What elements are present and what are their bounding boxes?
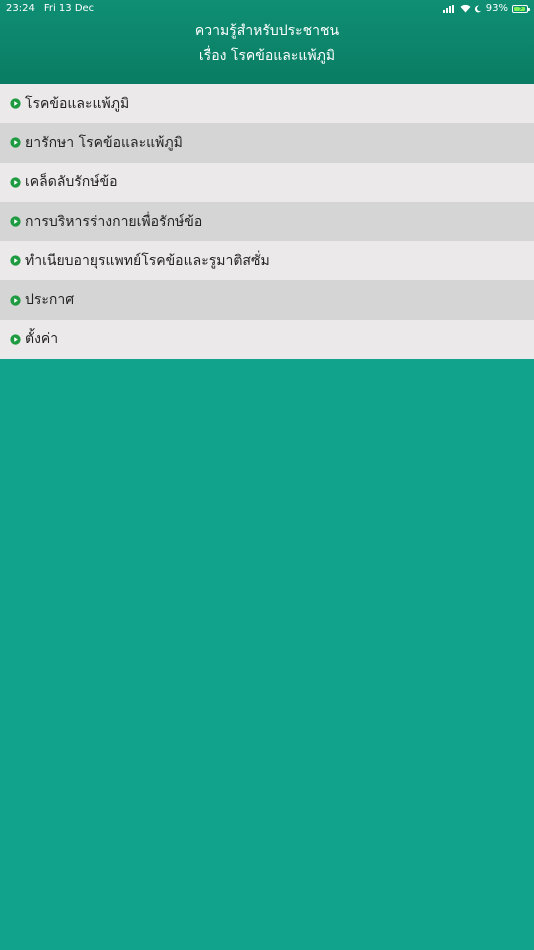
menu-item-settings[interactable]: ตั้งค่า: [0, 319, 534, 360]
status-date: Fri 13 Dec: [43, 3, 95, 14]
menu-item-joint-care-tips[interactable]: เคล็ดลับรักษ์ข้อ: [0, 162, 534, 202]
charging-bolt-icon: ⚡: [518, 3, 524, 13]
header-title-line1: ความรู้สำหรับประชาชน: [194, 23, 340, 39]
menu-item-label: ทำเนียบอายุรแพทย์โรคข้อและรูมาติสซั่ม: [25, 252, 270, 269]
menu-item-label: การบริหารร่างกายเพื่อรักษ์ข้อ: [25, 213, 203, 230]
status-bar: 23:24 Fri 13 Dec 93% ⚡: [0, 0, 534, 18]
play-bullet-icon: [10, 216, 21, 227]
battery-percent: 93%: [485, 3, 508, 14]
menu-item-announcements[interactable]: ประกาศ: [0, 280, 534, 320]
status-left: 23:24 Fri 13 Dec: [6, 3, 94, 14]
menu-item-rheumatologist-directory[interactable]: ทำเนียบอายุรแพทย์โรคข้อและรูมาติสซั่ม: [0, 241, 534, 281]
battery-icon: ⚡: [512, 3, 530, 13]
wifi-icon: [460, 4, 471, 13]
menu-item-medication[interactable]: ยารักษา โรคข้อและแพ้ภูมิ: [0, 123, 534, 163]
navigation-header: 23:24 Fri 13 Dec 93% ⚡ ความรู้สำหรับประชา…: [0, 0, 534, 84]
play-bullet-icon: [10, 98, 21, 109]
status-time: 23:24: [6, 3, 35, 14]
header-title-line2: เรื่อง โรคข้อและแพ้ภูมิ: [198, 48, 336, 64]
menu-item-arthritis-allergy[interactable]: โรคข้อและแพ้ภูมิ: [0, 84, 534, 124]
menu-item-label: ประกาศ: [25, 292, 75, 309]
main-menu-list: โรคข้อและแพ้ภูมิยารักษา โรคข้อและแพ้ภูมิ…: [0, 84, 534, 360]
play-bullet-icon: [10, 255, 21, 266]
play-bullet-icon: [10, 177, 21, 188]
status-right: 93% ⚡: [442, 3, 530, 14]
menu-item-label: ยารักษา โรคข้อและแพ้ภูมิ: [25, 134, 183, 151]
menu-item-label: โรคข้อและแพ้ภูมิ: [25, 95, 130, 112]
menu-item-joint-exercise[interactable]: การบริหารร่างกายเพื่อรักษ์ข้อ: [0, 201, 534, 242]
moon-icon: [474, 5, 481, 12]
menu-item-label: ตั้งค่า: [25, 331, 59, 348]
battery-cap: [528, 7, 530, 11]
play-bullet-icon: [10, 137, 21, 149]
menu-item-label: เคล็ดลับรักษ์ข้อ: [25, 174, 118, 191]
play-bullet-icon: [10, 294, 21, 306]
play-bullet-icon: [10, 334, 21, 345]
cellular-signal-icon: [442, 4, 455, 13]
